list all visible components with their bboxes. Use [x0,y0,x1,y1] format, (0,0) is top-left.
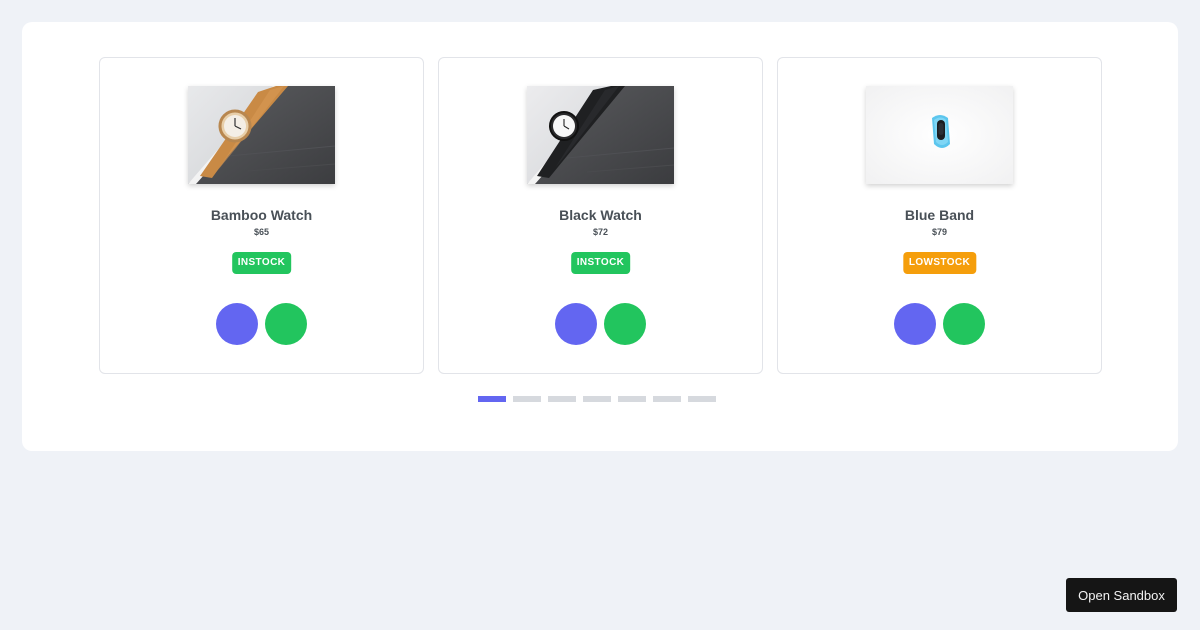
star-button[interactable] [604,303,646,345]
status-badge: LOWSTOCK [902,252,977,274]
product-card: Black Watch $72 INSTOCK [438,57,763,374]
bamboo-watch-image [188,86,335,184]
pagination-dot[interactable] [513,396,541,402]
pagination-dot[interactable] [618,396,646,402]
search-button[interactable] [894,303,936,345]
product-card: Blue Band $79 LOWSTOCK [777,57,1102,374]
status-badge: INSTOCK [570,252,631,274]
card-actions [778,303,1101,345]
search-button[interactable] [555,303,597,345]
product-image [866,86,1013,184]
carousel-panel: Bamboo Watch $65 INSTOCK Black Watch $72… [22,22,1178,451]
status-badge: INSTOCK [231,252,292,274]
product-name: Black Watch [559,207,642,223]
open-sandbox-button[interactable]: Open Sandbox [1066,578,1177,612]
star-button[interactable] [943,303,985,345]
star-button[interactable] [265,303,307,345]
product-image [188,86,335,184]
product-price: $65 [253,227,270,237]
carousel-track: Bamboo Watch $65 INSTOCK Black Watch $72… [99,57,1102,374]
black-watch-image [527,86,674,184]
product-price: $79 [931,227,948,237]
card-actions [439,303,762,345]
product-name: Bamboo Watch [210,207,313,223]
pagination-dot[interactable] [548,396,576,402]
carousel-pagination [478,396,716,402]
product-card: Bamboo Watch $65 INSTOCK [99,57,424,374]
pagination-dot[interactable] [583,396,611,402]
blue-band-image [866,86,1013,184]
pagination-dot[interactable] [653,396,681,402]
search-button[interactable] [216,303,258,345]
card-actions [100,303,423,345]
pagination-dot[interactable] [688,396,716,402]
product-image [527,86,674,184]
product-name: Blue Band [904,207,975,223]
product-price: $72 [592,227,609,237]
pagination-dot[interactable] [478,396,506,402]
